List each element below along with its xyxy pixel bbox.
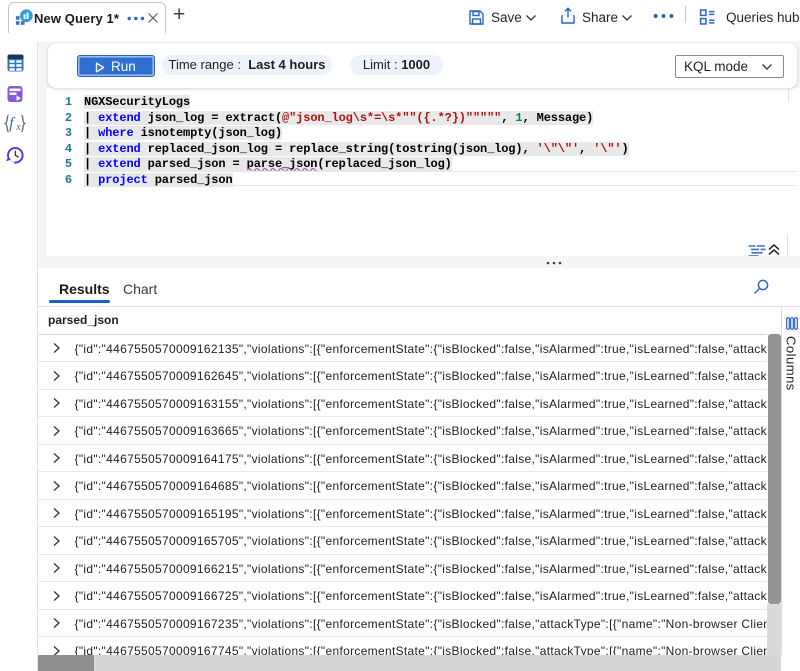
svg-text:x: x [15,122,21,133]
svg-text:f: f [9,115,16,132]
